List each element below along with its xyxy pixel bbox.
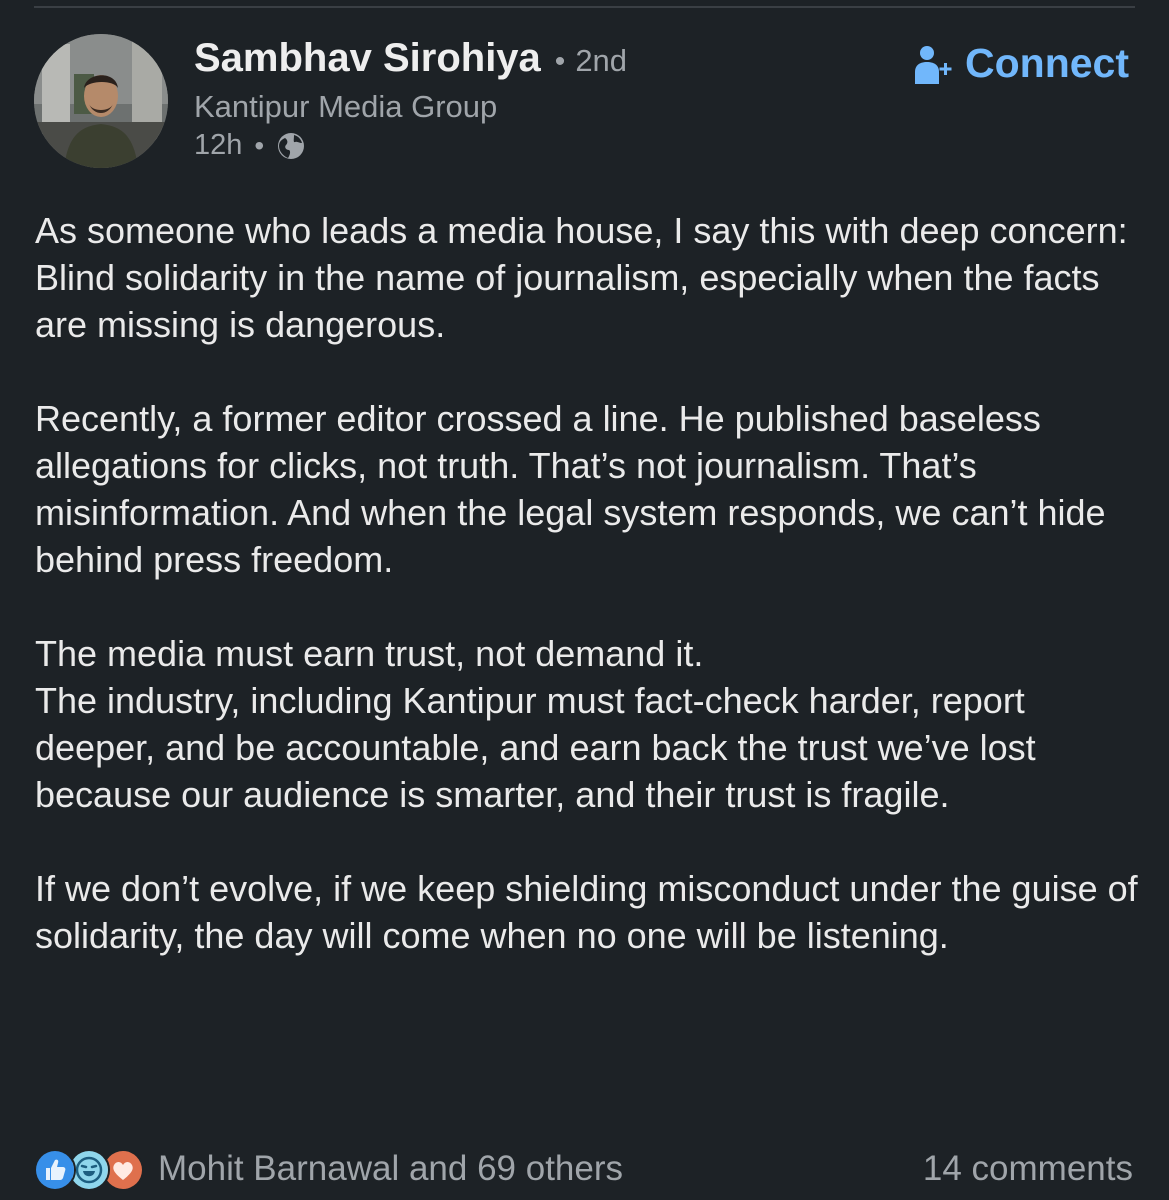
top-divider [34, 6, 1135, 8]
post-social-bar: Mohit Barnawal and 69 others 14 comments [34, 1145, 1133, 1193]
comments-count[interactable]: 14 comments [923, 1149, 1133, 1189]
post-time: 12h [194, 129, 243, 161]
author-avatar[interactable] [34, 34, 168, 168]
avatar-photo-icon [34, 34, 168, 168]
connect-label: Connect [965, 40, 1129, 86]
reactions-text: Mohit Barnawal and 69 others [158, 1149, 623, 1188]
post-meta: 12h • [194, 129, 627, 162]
like-icon [34, 1149, 76, 1191]
post-paragraph-2: Recently, a former editor crossed a line… [35, 398, 1106, 580]
post-header: Sambhav Sirohiya • 2nd Kantipur Media Gr… [34, 34, 1129, 174]
connect-button[interactable]: Connect [913, 40, 1129, 87]
reaction-icons [34, 1149, 146, 1191]
post-paragraph-3: The media must earn trust, not demand it… [35, 633, 1036, 815]
author-headline: Kantipur Media Group [194, 89, 498, 124]
time-separator-dot: • [254, 129, 265, 161]
reactions-summary[interactable]: Mohit Barnawal and 69 others [34, 1149, 623, 1191]
separator-dot: • [554, 45, 566, 78]
author-name-line: Sambhav Sirohiya • 2nd [194, 36, 627, 81]
post-body: As someone who leads a media house, I sa… [35, 207, 1140, 959]
add-person-icon [913, 44, 953, 84]
globe-icon [276, 131, 306, 161]
post-paragraph-4: If we don’t evolve, if we keep shielding… [35, 868, 1138, 956]
author-name[interactable]: Sambhav Sirohiya [194, 36, 541, 81]
post-paragraph-1: As someone who leads a media house, I sa… [35, 210, 1128, 345]
author-info: Sambhav Sirohiya • 2nd Kantipur Media Gr… [194, 36, 627, 162]
connection-degree: 2nd [575, 43, 628, 78]
